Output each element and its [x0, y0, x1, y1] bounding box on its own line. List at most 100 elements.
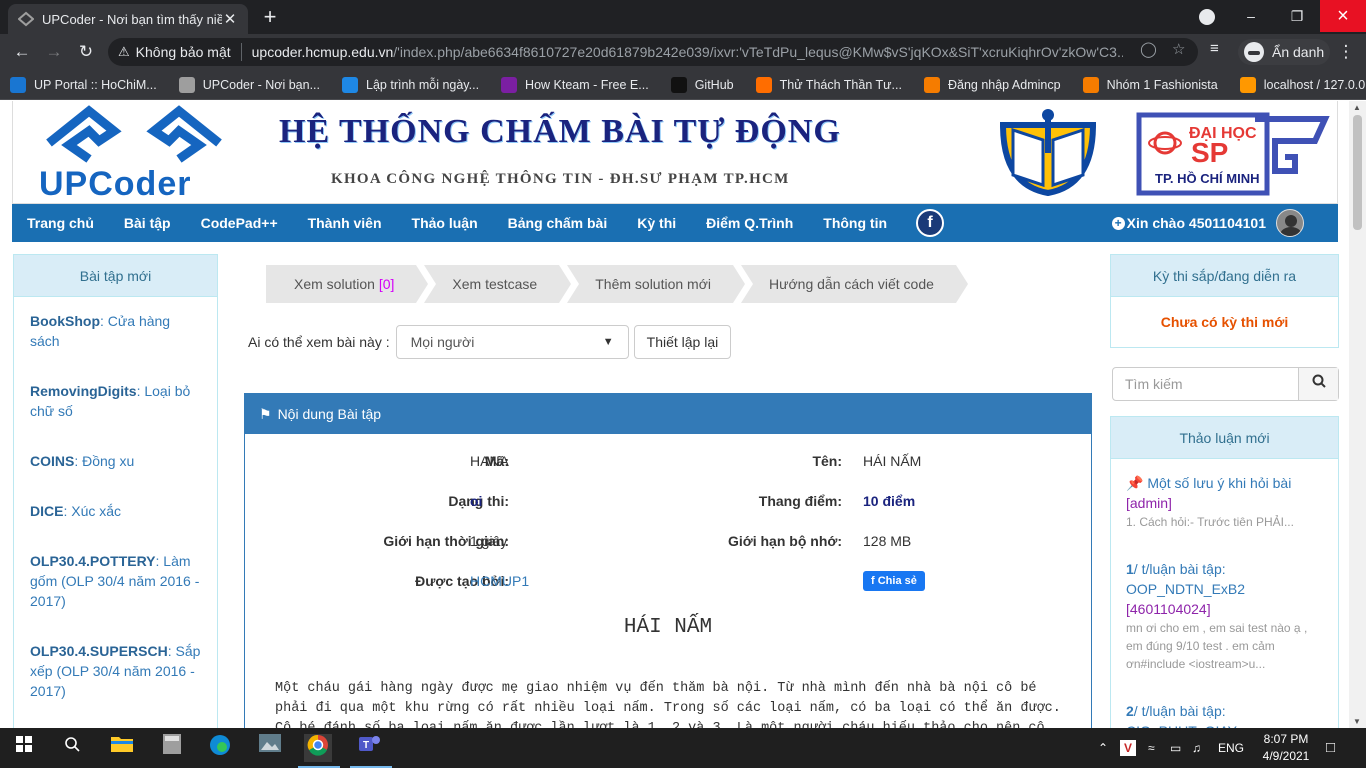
eye-off-icon[interactable]: ◯	[1140, 40, 1157, 58]
facebook-share-button[interactable]: f Chia sẻ	[863, 571, 925, 591]
user-greeting[interactable]: + Xin chào 4501104101	[1111, 204, 1304, 242]
nav-members[interactable]: Thành viên	[293, 215, 397, 231]
panel-title: Nội dung Bài tập	[277, 406, 382, 422]
menu-icon[interactable]: ⋮	[1334, 40, 1358, 64]
view-solution-tab[interactable]: Xem solution [0]	[266, 265, 429, 303]
discussion-title[interactable]: 1/ t/luận bài tập: OOP_NDTN_ExB2	[1126, 559, 1323, 599]
volume-icon[interactable]: ♫	[1192, 728, 1201, 768]
close-window-button[interactable]: ×	[1320, 0, 1366, 32]
crumb-label: Xem testcase	[452, 276, 538, 292]
author-link[interactable]: HCMUP1	[470, 571, 529, 591]
wifi-icon[interactable]: ≈	[1148, 728, 1155, 768]
discussion-user[interactable]: [4601104024]	[1126, 599, 1323, 619]
nav-discussion[interactable]: Thảo luận	[397, 215, 493, 231]
discussion-title[interactable]: 📌 Một số lưu ý khi hỏi bài	[1126, 473, 1323, 493]
exercise-list-item[interactable]: DICE: Xúc xắc	[30, 501, 201, 521]
discussion-title[interactable]: 2/ t/luận bài tập: CIG_PHUT_GIAY	[1126, 701, 1323, 728]
tab-search-icon[interactable]	[1199, 9, 1215, 25]
bookmark-item[interactable]: UP Portal :: HoChiM...	[10, 76, 157, 93]
code-guide-tab[interactable]: Hướng dẫn cách viết code	[741, 265, 968, 303]
problem-statement: Một cháu gái hàng ngày được mẹ giao nhiệ…	[275, 681, 1061, 728]
search-input[interactable]: Tìm kiếm	[1113, 368, 1298, 400]
chrome-icon[interactable]	[304, 734, 332, 762]
notification-icon[interactable]: □	[1326, 728, 1335, 768]
tab-close-icon[interactable]: ✕	[222, 10, 238, 28]
bookmark-item[interactable]: GitHub	[670, 76, 734, 93]
reading-list-icon[interactable]: ≡	[1210, 40, 1219, 57]
scroll-down-icon[interactable]: ▼	[1353, 717, 1361, 726]
incognito-badge[interactable]: Ẩn danh	[1238, 39, 1331, 65]
search-icon[interactable]	[58, 734, 86, 762]
bookmark-label: How Kteam - Free E...	[525, 77, 649, 92]
browser-tab[interactable]: UPCoder - Nơi bạn tìm thấy niềm ✕	[8, 4, 248, 34]
upcoder-logo[interactable]: UPCoder	[39, 103, 229, 203]
logo-text: UPCoder	[39, 165, 192, 203]
exercise-name[interactable]: : Đồng xu	[74, 453, 134, 469]
new-tab-button[interactable]: +	[258, 5, 282, 29]
exercise-code[interactable]: COINS	[30, 453, 74, 469]
discussion-item[interactable]: 📌 Một số lưu ý khi hỏi bài [admin] 1. Cá…	[1111, 473, 1338, 531]
exercise-code[interactable]: DICE	[30, 503, 63, 519]
exercise-list-item[interactable]: OLP30.4.SUPERSCH: Sắp xếp (OLP 30/4 năm …	[30, 641, 201, 701]
exercise-list-item[interactable]: BookShop: Cửa hàng sách	[30, 311, 201, 351]
bookmark-item[interactable]: How Kteam - Free E...	[501, 76, 649, 93]
windows-start-icon[interactable]	[10, 734, 38, 762]
bookmark-item[interactable]: Lập trình mỗi ngày...	[342, 76, 479, 93]
nav-scoreboard[interactable]: Bảng chấm bài	[493, 215, 623, 231]
exercise-list-item[interactable]: RemovingDigits: Loại bỏ chữ số	[30, 381, 201, 421]
phpmyadmin-icon	[1239, 76, 1256, 93]
discussion-number: 1	[1126, 561, 1134, 577]
divider	[240, 43, 242, 61]
exercise-code[interactable]: OLP30.4.SUPERSCH	[30, 643, 168, 659]
avatar[interactable]	[1276, 209, 1304, 237]
tray-chevron-icon[interactable]: ⌃	[1098, 728, 1108, 768]
exercise-code[interactable]: OLP30.4.POTTERY	[30, 553, 156, 569]
teams-icon[interactable]: T	[356, 734, 384, 762]
bookmark-item[interactable]: Nhóm 1 Fashionista	[1082, 76, 1218, 93]
exercise-code[interactable]: RemovingDigits	[30, 383, 137, 399]
bookmark-label: localhost / 127.0.0....	[1263, 77, 1366, 92]
nav-process-score[interactable]: Điểm Q.Trình	[691, 215, 808, 231]
bookmark-item[interactable]: Thử Thách Thần Tư...	[755, 76, 902, 93]
nav-codepad[interactable]: CodePad++	[186, 215, 293, 231]
nav-info[interactable]: Thông tin	[808, 215, 902, 231]
nav-exercises[interactable]: Bài tập	[109, 215, 186, 231]
file-explorer-icon[interactable]	[108, 734, 136, 762]
address-bar[interactable]: ⚠ Không bảo mật upcoder.hcmup.edu.vn /'i…	[108, 38, 1198, 66]
reset-button[interactable]: Thiết lập lại	[633, 325, 732, 359]
minimize-button[interactable]: –	[1228, 0, 1274, 32]
discussion-item[interactable]: 2/ t/luận bài tập: CIG_PHUT_GIAY	[1111, 701, 1338, 728]
exercise-list-item[interactable]: COINS: Đồng xu	[30, 451, 201, 471]
photos-icon[interactable]	[256, 734, 284, 762]
back-icon[interactable]: ←	[10, 40, 34, 64]
language-indicator[interactable]: ENG	[1218, 728, 1244, 768]
exercise-list-item[interactable]: OLP30.4.POTTERY: Làm gốm (OLP 30/4 năm 2…	[30, 551, 201, 611]
edge-icon[interactable]	[206, 734, 234, 762]
battery-icon[interactable]: ▭	[1170, 728, 1181, 768]
exercise-code[interactable]: BookShop	[30, 313, 100, 329]
scroll-up-icon[interactable]: ▲	[1353, 103, 1361, 112]
bookmark-label: Đăng nhập Admincp	[947, 77, 1061, 92]
exercise-name[interactable]: : Xúc xắc	[63, 503, 121, 519]
nav-contests[interactable]: Kỳ thi	[622, 215, 691, 231]
discussion-item[interactable]: 1/ t/luận bài tập: OOP_NDTN_ExB2 [460110…	[1111, 559, 1338, 673]
system-clock[interactable]: 8:07 PM 4/9/2021	[1256, 731, 1316, 765]
calculator-icon[interactable]	[158, 734, 186, 762]
add-solution-tab[interactable]: Thêm solution mới	[567, 265, 745, 303]
page-scrollbar[interactable]: ▲ ▼	[1349, 101, 1366, 728]
bookmark-item[interactable]: localhost / 127.0.0....	[1239, 76, 1366, 93]
view-testcase-tab[interactable]: Xem testcase	[424, 265, 572, 303]
antivirus-icon[interactable]: V	[1120, 728, 1136, 768]
forward-icon[interactable]: →	[42, 40, 66, 64]
bookmark-star-icon[interactable]: ☆	[1172, 40, 1185, 58]
visibility-select[interactable]: Mọi người ▼	[395, 325, 629, 359]
bookmark-item[interactable]: UPCoder - Nơi bạn...	[178, 76, 320, 93]
facebook-icon[interactable]: f	[916, 209, 945, 237]
restore-button[interactable]: ❐	[1274, 0, 1320, 32]
discussion-user[interactable]: [admin]	[1126, 493, 1323, 513]
nav-home[interactable]: Trang chủ	[12, 215, 109, 231]
reload-icon[interactable]: ↻	[74, 40, 98, 64]
scrollbar-thumb[interactable]	[1353, 115, 1362, 230]
bookmark-item[interactable]: Đăng nhập Admincp	[923, 76, 1061, 93]
search-button[interactable]	[1298, 368, 1338, 400]
